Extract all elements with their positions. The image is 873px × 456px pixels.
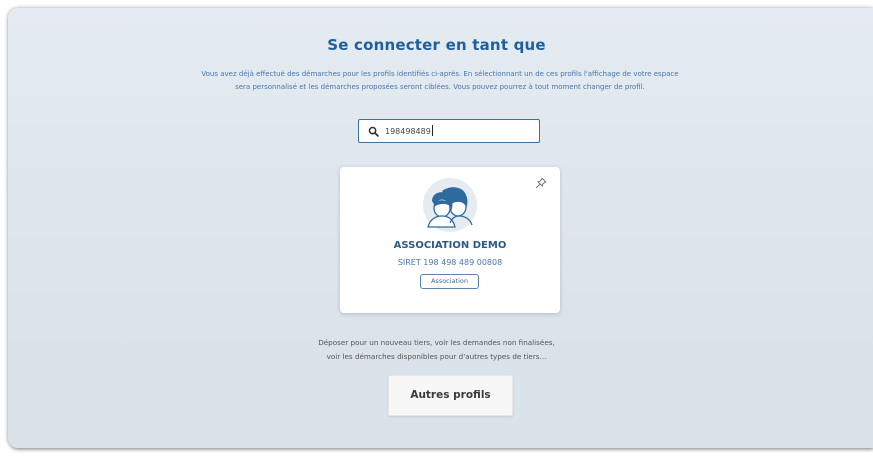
- profile-search-input[interactable]: 198498489: [358, 119, 540, 143]
- page-title: Se connecter en tant que: [327, 36, 546, 54]
- other-profiles-description-line-2: voir les démarches disponibles pour d'au…: [326, 352, 547, 361]
- pin-icon[interactable]: [535, 177, 547, 189]
- intro-text-line-1: Vous avez déjà effectué des démarches po…: [201, 70, 679, 78]
- other-profiles-button[interactable]: Autres profils: [388, 375, 513, 416]
- people-avatar-icon: [423, 178, 477, 232]
- intro-text-line-2: sera personnalisé et les démarches propo…: [235, 83, 645, 91]
- profile-name: ASSOCIATION DEMO: [393, 240, 507, 251]
- profile-card[interactable]: ASSOCIATION DEMO SIRET 198 498 489 00808…: [340, 167, 560, 313]
- other-profiles-description-line-1: Déposer pour un nouveau tiers, voir les …: [318, 338, 555, 347]
- search-icon: [368, 126, 379, 137]
- other-profiles-description: Déposer pour un nouveau tiers, voir les …: [0, 336, 873, 364]
- profile-siret: SIRET 198 498 489 00808: [397, 258, 503, 267]
- profile-type-badge: Association: [420, 274, 479, 289]
- intro-text: Vous avez déjà effectué des démarches po…: [140, 68, 740, 94]
- search-input-value: 198498489: [385, 125, 433, 136]
